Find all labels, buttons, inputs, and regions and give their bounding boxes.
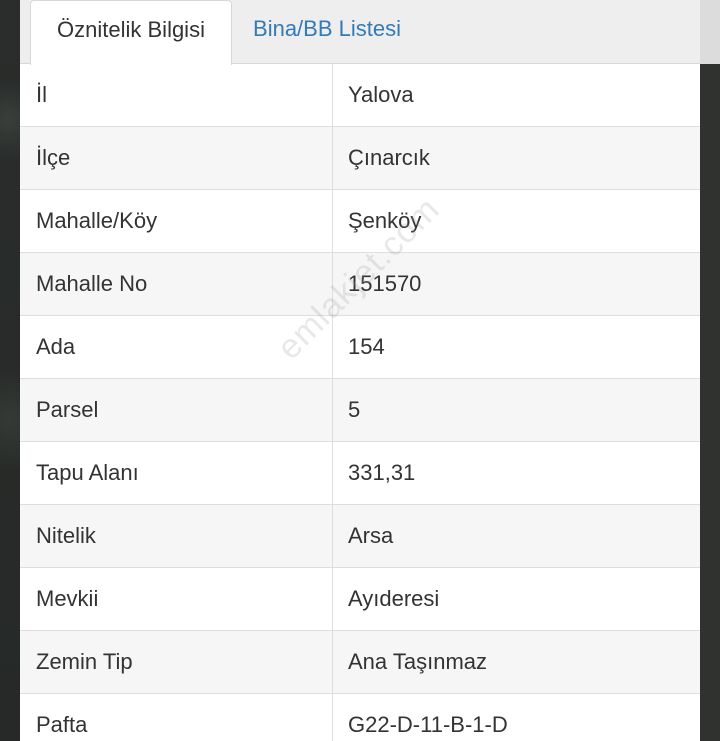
table-row: Zemin Tip Ana Taşınmaz <box>20 631 700 694</box>
row-value: Ayıderesi <box>348 586 440 611</box>
row-value: G22-D-11-B-1-D <box>348 712 508 737</box>
row-value: 154 <box>348 334 385 359</box>
attribute-table: İl Yalova İlçe Çınarcık Mahalle/Köy Şenk… <box>20 64 700 741</box>
table-row: Tapu Alanı 331,31 <box>20 442 700 505</box>
tab-attribute-info[interactable]: Öznitelik Bilgisi <box>30 0 232 65</box>
table-row: Pafta G22-D-11-B-1-D <box>20 694 700 741</box>
column-divider <box>332 694 333 741</box>
map-edge <box>700 0 720 741</box>
row-key: Pafta <box>36 712 88 737</box>
row-value: 5 <box>348 397 361 422</box>
table-row: İl Yalova <box>20 64 700 127</box>
row-key: Nitelik <box>36 523 96 548</box>
row-value: Arsa <box>348 523 394 548</box>
row-key: Zemin Tip <box>36 649 133 674</box>
row-key: İl <box>36 82 47 107</box>
column-divider <box>332 505 333 568</box>
table-row: Ada 154 <box>20 316 700 379</box>
row-value: 331,31 <box>348 460 416 485</box>
table-row: Mevkii Ayıderesi <box>20 568 700 631</box>
tabbar-edge <box>700 0 720 64</box>
row-value: Çınarcık <box>348 145 430 170</box>
column-divider <box>332 442 333 505</box>
attribute-panel: Öznitelik Bilgisi Bina/BB Listesi İl Yal… <box>20 0 700 741</box>
column-divider <box>332 64 333 127</box>
row-key: Mevkii <box>36 586 99 611</box>
column-divider <box>332 190 333 253</box>
table-row: Mahalle/Köy Şenköy <box>20 190 700 253</box>
row-value: Ana Taşınmaz <box>348 649 488 674</box>
tab-building-list[interactable]: Bina/BB Listesi <box>232 0 422 64</box>
table-row: İlçe Çınarcık <box>20 127 700 190</box>
row-value: Yalova <box>348 82 414 107</box>
column-divider <box>332 379 333 442</box>
row-key: İlçe <box>36 145 71 170</box>
row-key: Parsel <box>36 397 99 422</box>
tab-bar: Öznitelik Bilgisi Bina/BB Listesi <box>20 0 700 65</box>
table-row: Nitelik Arsa <box>20 505 700 568</box>
column-divider <box>332 127 333 190</box>
column-divider <box>332 631 333 694</box>
column-divider <box>332 568 333 631</box>
row-key: Mahalle/Köy <box>36 208 158 233</box>
row-key: Tapu Alanı <box>36 460 139 485</box>
row-key: Mahalle No <box>36 271 148 296</box>
table-row: Parsel 5 <box>20 379 700 442</box>
